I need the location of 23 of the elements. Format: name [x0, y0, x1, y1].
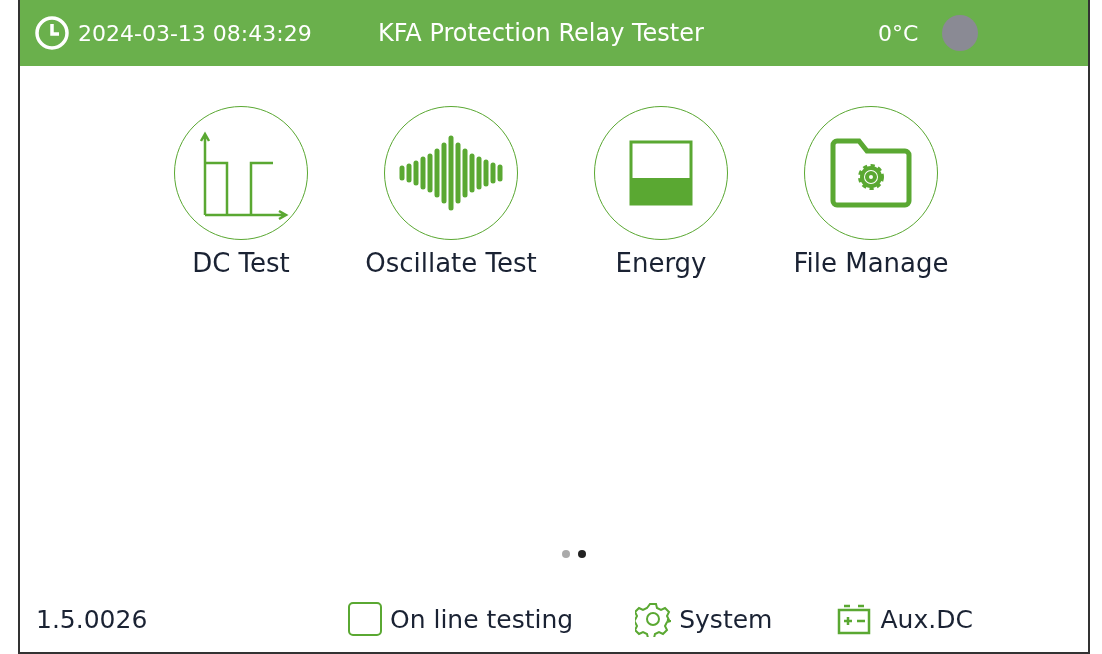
app-tile[interactable]: File Manage [766, 106, 976, 278]
online-testing-checkbox[interactable]: On line testing [348, 602, 574, 636]
app-tile[interactable]: Oscillate Test [346, 106, 556, 278]
app-tile[interactable]: DC Test [136, 106, 346, 278]
folder-gear-icon [829, 137, 913, 209]
app-label: Oscillate Test [365, 248, 537, 278]
app-label: DC Test [192, 248, 290, 278]
temperature: 0°C [878, 20, 919, 46]
aux-dc-button[interactable]: Aux.DC [836, 603, 973, 635]
system-button[interactable]: System [635, 601, 773, 637]
date-time: 2024-03-13 08:43:29 [78, 20, 313, 46]
battery-icon [836, 603, 873, 635]
page-dot[interactable] [562, 550, 570, 558]
battery-level-icon [629, 140, 693, 206]
settings-icon [635, 601, 672, 637]
app-label: Energy [615, 248, 707, 278]
app-title: KFA Protection Relay Tester [378, 19, 705, 47]
version-number: 1.5.0026 [36, 604, 149, 634]
app-label: File Manage [793, 248, 949, 278]
app-tile[interactable]: Energy [556, 106, 766, 278]
page-dot[interactable] [578, 550, 586, 558]
clock-icon [34, 15, 70, 51]
status-indicator [942, 15, 979, 51]
